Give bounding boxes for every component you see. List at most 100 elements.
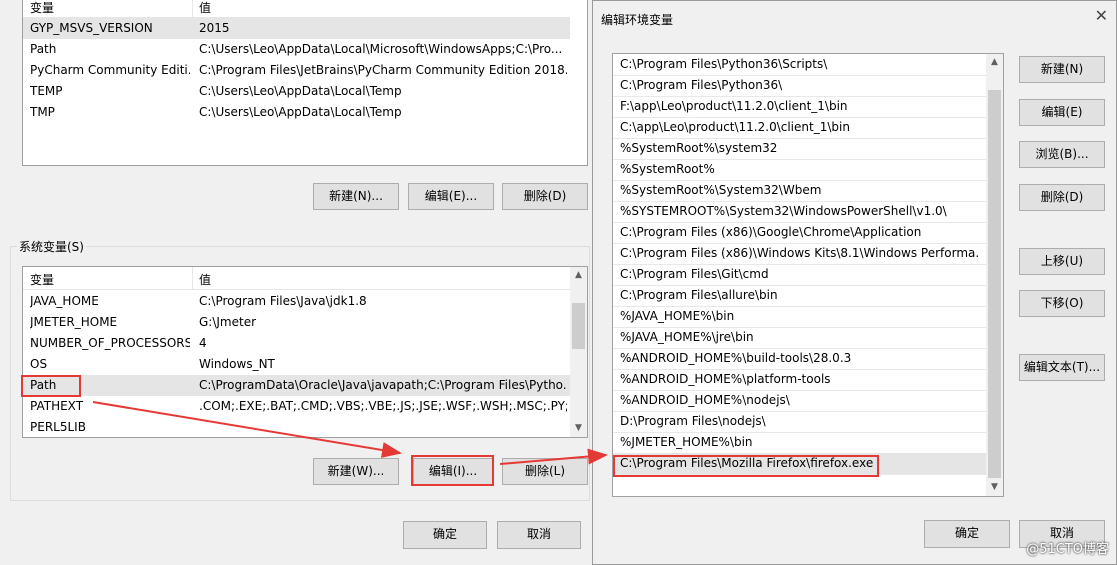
- variable-value: C:\Program Files\JetBrains\PyCharm Commu…: [199, 63, 567, 77]
- variable-name: PERL5LIB: [30, 420, 86, 434]
- variable-name: NUMBER_OF_PROCESSORS: [30, 336, 190, 350]
- header-variable: 变量: [30, 1, 55, 15]
- variable-value: C:\Program Files\Java\jdk1.8: [199, 294, 367, 308]
- variable-value: Windows_NT: [199, 357, 275, 371]
- variable-name: PyCharm Community Editi...: [30, 63, 190, 77]
- table-row[interactable]: GYP_MSVS_VERSION 2015: [23, 18, 570, 39]
- scroll-thumb[interactable]: [988, 90, 1001, 478]
- system-variables-list[interactable]: 变量 值 JAVA_HOME C:\Program Files\Java\jdk…: [22, 266, 588, 438]
- variable-name: PATHEXT: [30, 399, 84, 413]
- table-row[interactable]: NUMBER_OF_PROCESSORS 4: [23, 333, 570, 354]
- path-entry[interactable]: C:\Program Files (x86)\Windows Kits\8.1\…: [613, 243, 986, 265]
- path-text: C:\app\Leo\product\11.2.0\client_1\bin: [620, 120, 850, 134]
- path-text: %JAVA_HOME%\bin: [620, 309, 735, 323]
- highlight-edit-button: [411, 455, 494, 486]
- variable-name: TMP: [30, 105, 55, 119]
- table-row[interactable]: TMP C:\Users\Leo\AppData\Local\Temp: [23, 102, 570, 123]
- path-entry[interactable]: %JMETER_HOME%\bin: [613, 432, 986, 454]
- variable-name: Path: [30, 42, 57, 56]
- path-entry[interactable]: %SystemRoot%\system32: [613, 138, 986, 160]
- path-entry[interactable]: %JAVA_HOME%\bin: [613, 306, 986, 328]
- edit-environment-variable-dialog: 编辑环境变量 ✕ C:\Program Files\Python36\Scrip…: [592, 0, 1117, 565]
- path-text: D:\Program Files\nodejs\: [620, 414, 766, 428]
- variable-value: 2015: [199, 21, 230, 35]
- path-entry[interactable]: C:\Program Files\allure\bin: [613, 285, 986, 307]
- cancel-button[interactable]: 取消: [497, 521, 581, 549]
- dialog-browse-button[interactable]: 浏览(B)...: [1019, 141, 1105, 168]
- header-value: 值: [199, 1, 212, 15]
- header-value: 值: [199, 273, 212, 287]
- path-entry[interactable]: %SystemRoot%\System32\Wbem: [613, 180, 986, 202]
- user-delete-button[interactable]: 删除(D): [502, 183, 588, 210]
- variable-name: JMETER_HOME: [30, 315, 118, 329]
- path-entries-list[interactable]: C:\Program Files\Python36\Scripts\ C:\Pr…: [612, 53, 1004, 497]
- path-entry[interactable]: C:\Program Files (x86)\Google\Chrome\App…: [613, 222, 986, 244]
- user-variables-header: 变量 值: [23, 0, 570, 18]
- variable-value: G:\Jmeter: [199, 315, 257, 329]
- path-text: %JAVA_HOME%\jre\bin: [620, 330, 754, 344]
- variable-name: JAVA_HOME: [30, 294, 99, 308]
- table-row[interactable]: PERL5LIB: [23, 417, 570, 437]
- scroll-down-arrow-icon[interactable]: ▼: [570, 420, 587, 437]
- path-text: %JMETER_HOME%\bin: [620, 435, 753, 449]
- table-row[interactable]: PyCharm Community Editi... C:\Program Fi…: [23, 60, 570, 81]
- table-row[interactable]: TEMP C:\Users\Leo\AppData\Local\Temp: [23, 81, 570, 102]
- dialog-delete-button[interactable]: 删除(D): [1019, 184, 1105, 211]
- user-variables-list[interactable]: 变量 值 GYP_MSVS_VERSION 2015 Path C:\Users…: [22, 0, 588, 166]
- scroll-down-arrow-icon[interactable]: ▼: [986, 479, 1003, 496]
- variable-value: 4: [199, 336, 207, 350]
- watermark: @51CTO博客: [1026, 542, 1109, 557]
- path-entry[interactable]: C:\app\Leo\product\11.2.0\client_1\bin: [613, 117, 986, 139]
- path-list-scrollbar[interactable]: ▲ ▼: [986, 54, 1003, 496]
- path-entry[interactable]: %JAVA_HOME%\jre\bin: [613, 327, 986, 349]
- ok-button[interactable]: 确定: [403, 521, 487, 549]
- path-text: %SystemRoot%\System32\Wbem: [620, 183, 822, 197]
- dialog-edit-text-button[interactable]: 编辑文本(T)...: [1019, 354, 1105, 381]
- path-text: %SystemRoot%: [620, 162, 715, 176]
- environment-variables-window: 变量 值 GYP_MSVS_VERSION 2015 Path C:\Users…: [0, 0, 595, 565]
- path-text: C:\Program Files (x86)\Google\Chrome\App…: [620, 225, 922, 239]
- scroll-up-arrow-icon[interactable]: ▲: [570, 267, 587, 284]
- path-text: C:\Program Files\Python36\: [620, 78, 783, 92]
- highlight-firefox-entry: [613, 455, 879, 477]
- dialog-new-button[interactable]: 新建(N): [1019, 56, 1105, 83]
- scroll-up-arrow-icon[interactable]: ▲: [986, 54, 1003, 71]
- path-entry[interactable]: D:\Program Files\nodejs\: [613, 411, 986, 433]
- dialog-edit-button[interactable]: 编辑(E): [1019, 99, 1105, 126]
- system-variables-scrollbar[interactable]: ▲ ▼: [570, 267, 587, 437]
- variable-value: C:\Users\Leo\AppData\Local\Temp: [199, 105, 402, 119]
- header-variable: 变量: [30, 273, 55, 287]
- path-entry[interactable]: %ANDROID_HOME%\nodejs\: [613, 390, 986, 412]
- path-entry[interactable]: %SystemRoot%: [613, 159, 986, 181]
- path-entry[interactable]: F:\app\Leo\product\11.2.0\client_1\bin: [613, 96, 986, 118]
- table-row[interactable]: OS Windows_NT: [23, 354, 570, 375]
- dialog-move-down-button[interactable]: 下移(O): [1019, 290, 1105, 317]
- path-text: %SystemRoot%\system32: [620, 141, 778, 155]
- table-row[interactable]: PATHEXT .COM;.EXE;.BAT;.CMD;.VBS;.VBE;.J…: [23, 396, 570, 417]
- dialog-move-up-button[interactable]: 上移(U): [1019, 248, 1105, 275]
- dialog-ok-button[interactable]: 确定: [924, 520, 1010, 548]
- table-row[interactable]: JAVA_HOME C:\Program Files\Java\jdk1.8: [23, 291, 570, 312]
- path-entry[interactable]: C:\Program Files\Git\cmd: [613, 264, 986, 286]
- path-entry[interactable]: %SYSTEMROOT%\System32\WindowsPowerShell\…: [613, 201, 986, 223]
- table-row[interactable]: Path C:\Users\Leo\AppData\Local\Microsof…: [23, 39, 570, 60]
- variable-name: TEMP: [30, 84, 63, 98]
- table-row-selected[interactable]: Path C:\ProgramData\Oracle\Java\javapath…: [23, 375, 570, 396]
- close-icon[interactable]: ✕: [1095, 6, 1108, 25]
- system-delete-button[interactable]: 删除(L): [502, 458, 588, 485]
- user-edit-button[interactable]: 编辑(E)...: [408, 183, 494, 210]
- variable-value: C:\Users\Leo\AppData\Local\Temp: [199, 84, 402, 98]
- user-new-button[interactable]: 新建(N)...: [313, 183, 399, 210]
- path-entry[interactable]: %ANDROID_HOME%\build-tools\28.0.3: [613, 348, 986, 370]
- path-text: %ANDROID_HOME%\nodejs\: [620, 393, 790, 407]
- path-text: %SYSTEMROOT%\System32\WindowsPowerShell\…: [620, 204, 947, 218]
- dialog-title: 编辑环境变量: [601, 13, 674, 27]
- path-entry[interactable]: C:\Program Files\Python36\Scripts\: [613, 54, 986, 76]
- system-new-button[interactable]: 新建(W)...: [313, 458, 399, 485]
- scroll-thumb[interactable]: [572, 303, 585, 349]
- variable-name: OS: [30, 357, 48, 371]
- table-row[interactable]: JMETER_HOME G:\Jmeter: [23, 312, 570, 333]
- highlight-path-row: [21, 375, 81, 397]
- path-entry[interactable]: %ANDROID_HOME%\platform-tools: [613, 369, 986, 391]
- path-entry[interactable]: C:\Program Files\Python36\: [613, 75, 986, 97]
